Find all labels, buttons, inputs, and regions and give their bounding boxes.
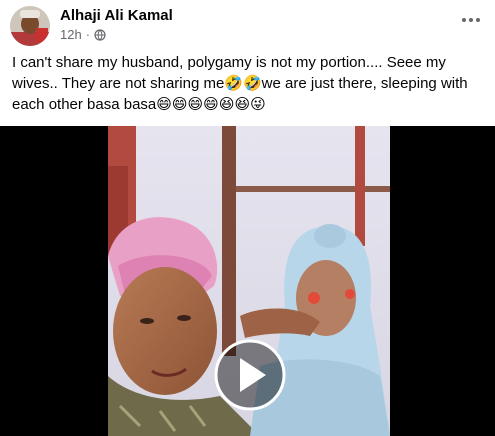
post-header: Alhaji Ali Kamal 12h · [0,0,495,48]
post-time[interactable]: 12h [60,27,82,42]
post-meta: 12h · [60,27,106,42]
meta-separator: · [85,27,91,42]
more-options-icon[interactable] [459,10,483,30]
author-name[interactable]: Alhaji Ali Kamal [60,7,173,24]
video-frame [108,126,390,436]
avatar-image [10,6,50,46]
post-text: I can't share my husband, polygamy is no… [12,54,468,113]
globe-icon[interactable] [94,28,106,41]
video-player[interactable] [0,126,495,436]
play-icon[interactable] [214,339,286,411]
author-avatar[interactable] [10,6,50,46]
